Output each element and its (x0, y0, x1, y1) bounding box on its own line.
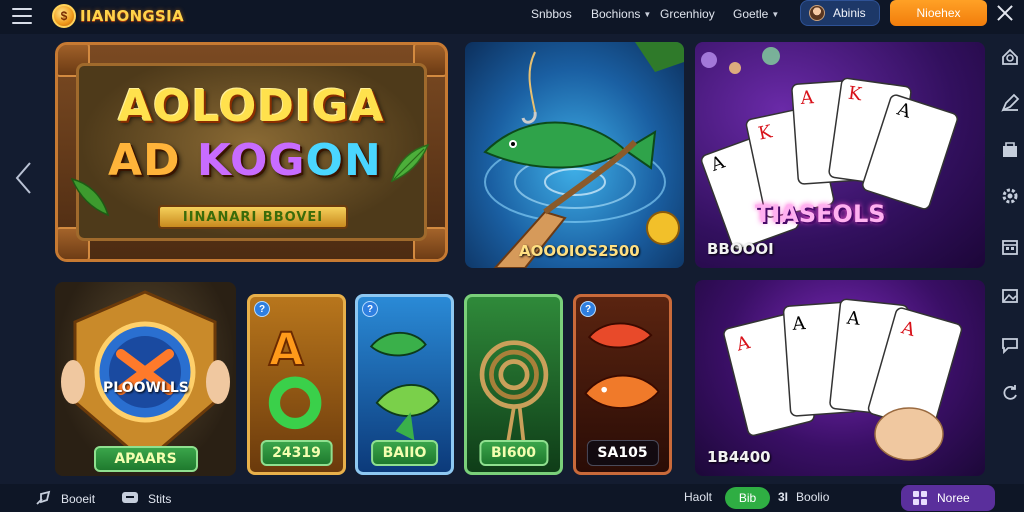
game-tile-letters[interactable]: ? A 24319 (247, 294, 346, 475)
leaf-icon (390, 143, 430, 183)
bottom-bar: Booeit Stits Haolt Bib 3I Boolio Noree (0, 484, 1024, 512)
game-label: BAIIO (370, 440, 439, 466)
calendar-icon[interactable] (1000, 237, 1020, 257)
store-icon[interactable] (1000, 140, 1020, 160)
close-icon[interactable] (996, 4, 1014, 22)
game-tile-fish[interactable]: ? BAIIO (355, 294, 454, 475)
game-card-fishing[interactable]: AOOOIOS2500 (465, 42, 684, 268)
game-label: SA105 (586, 440, 659, 466)
svg-text:A: A (791, 313, 807, 335)
banner-title-line2: AD KOGON (108, 135, 382, 186)
logo-text: IIANONGSIA (80, 7, 184, 25)
nav-item-4[interactable]: Goetle ▼ (733, 7, 779, 21)
user-button[interactable]: Abinis (800, 0, 880, 26)
chevron-down-icon: ▼ (643, 9, 652, 19)
home-icon[interactable] (1000, 47, 1020, 67)
cta-button[interactable]: Nioehex (890, 0, 987, 26)
game-card-poker[interactable]: A K A K A TIASEOLS BBOOOI (695, 42, 985, 268)
banner-subtitle: IINANARI BBOVEI (158, 205, 348, 229)
game-label: BBOOOI (707, 240, 774, 258)
edit-icon[interactable] (1000, 93, 1020, 113)
grid-icon (913, 491, 927, 505)
game-title-art: TIASEOLS (755, 200, 886, 228)
svg-text:A: A (269, 323, 304, 376)
game-label: BI600 (478, 440, 549, 466)
banner-title-line1: AOLODIGA (118, 81, 385, 132)
hand-of-cards-illustration: A A A A (723, 298, 963, 461)
footer-item-1[interactable]: Booeit (33, 490, 95, 508)
featured-banner[interactable]: AOLODIGA AD KOGON IINANARI BBOVEI (55, 42, 448, 262)
shield-center-text: PLOOWLLS (103, 380, 189, 396)
game-tile-rope[interactable]: BI600 (464, 294, 563, 475)
chevron-down-icon: ▼ (771, 9, 780, 19)
rocket-icon (36, 490, 51, 505)
nav-item-1[interactable]: Snbbos (531, 7, 572, 21)
game-card-poker-2[interactable]: A A A A 1B4400 (695, 280, 985, 476)
purple-button[interactable]: Noree (901, 485, 995, 511)
user-button-label: Abinis (833, 6, 866, 20)
menu-icon[interactable] (12, 8, 32, 24)
green-pill-button[interactable]: Bib (725, 487, 770, 509)
game-label: 1B4400 (707, 448, 771, 466)
site-logo[interactable]: $ IIANONGSIA (52, 4, 184, 28)
game-label: AOOOIOS2500 (519, 242, 640, 260)
top-bar: $ IIANONGSIA Snbbos Bochions ▼ Grcenhioy … (0, 0, 1024, 34)
playing-cards-illustration: A K A K A (700, 47, 958, 251)
game-card-shield[interactable]: PLOOWLLS APAARS (55, 282, 236, 476)
game-label: APAARS (93, 446, 198, 472)
chat-icon[interactable] (1000, 335, 1020, 355)
avatar (809, 5, 825, 21)
image-icon[interactable] (1000, 286, 1020, 306)
carousel-prev-icon[interactable] (12, 160, 36, 196)
logo-coin-icon: $ (52, 4, 76, 28)
footer-item-2[interactable]: Stits (120, 490, 171, 508)
game-label: 24319 (260, 440, 333, 466)
nav-item-2[interactable]: Bochions ▼ (591, 7, 651, 21)
game-tile-koi[interactable]: ? SA105 (573, 294, 672, 475)
footer-counter: 3I Boolio (778, 490, 830, 504)
refresh-icon[interactable] (1000, 383, 1020, 403)
svg-text:A: A (799, 87, 815, 109)
chat-bubble-icon (122, 492, 138, 503)
leaf-icon (70, 177, 110, 217)
footer-text-a: Haolt (684, 490, 713, 504)
fishing-illustration (483, 42, 684, 268)
nav-item-3[interactable]: Grcenhioy (660, 7, 715, 21)
settings-icon[interactable] (1000, 186, 1020, 206)
